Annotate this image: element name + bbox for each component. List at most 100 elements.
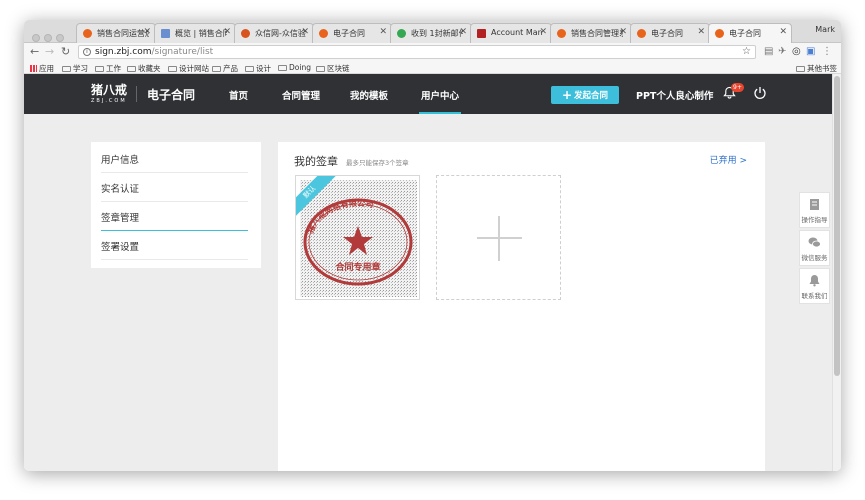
seal-bottom-text: 合同专用章 — [335, 261, 380, 273]
url-path: /signature/list — [151, 47, 214, 57]
folder-icon — [316, 66, 325, 72]
bookmark-folder[interactable]: 产品 — [212, 63, 238, 74]
address-bar: ← → ↻ i sign.zbj.com/signature/list ☆ ▤ … — [24, 43, 841, 61]
url-host: sign.zbj.com — [95, 47, 152, 57]
sidebar-item-seal-management[interactable]: 签章管理 — [101, 205, 248, 231]
folder-icon — [95, 66, 104, 72]
folder-icon — [127, 66, 136, 72]
site-logo[interactable]: 猪八戒 ZBJ.COM — [91, 81, 127, 104]
bookmark-folder[interactable]: 收藏夹 — [127, 63, 161, 74]
page-scrollbar[interactable] — [832, 74, 841, 471]
floating-toolbar: 操作指导 微信服务 联系我们 — [799, 192, 830, 306]
nav-contract-management[interactable]: 合同管理 — [282, 88, 320, 102]
browser-window: 销售合同运营后✕ 概览 | 销售合同✕ 众信网-众信验证✕ 电子合同✕ 收到 1… — [24, 20, 841, 471]
page-body: 用户信息 实名认证 签章管理 签署设置 我的签章 最多只能保存3个签章 已弃用 … — [24, 114, 832, 471]
other-bookmarks[interactable]: 其他书签 — [796, 63, 837, 74]
order-icon — [637, 29, 646, 38]
zoom-window-button[interactable] — [56, 34, 64, 42]
browser-tab[interactable]: 销售合同管理系 ✕ — [550, 23, 632, 43]
close-tab-icon[interactable]: ✕ — [697, 27, 705, 37]
bookmark-folder[interactable]: 学习 — [62, 63, 88, 74]
close-tab-icon[interactable]: ✕ — [459, 27, 467, 37]
contact-us-button[interactable]: 联系我们 — [799, 268, 830, 304]
bookmark-folder[interactable]: 工作 — [95, 63, 121, 74]
apps-grid-icon — [30, 65, 37, 72]
operation-guide-button[interactable]: 操作指导 — [799, 192, 830, 228]
add-seal-button[interactable] — [436, 175, 561, 300]
nav-user-center[interactable]: 用户中心 — [418, 88, 462, 114]
menu-kebab-icon[interactable]: ⋮ — [822, 46, 832, 57]
account-icon — [477, 29, 486, 38]
browser-tab[interactable]: 收到 1封新邮件 ✕ — [390, 23, 472, 43]
sidebar-item-sign-settings[interactable]: 签署设置 — [101, 234, 248, 260]
sidebar-item-user-info[interactable]: 用户信息 — [101, 147, 248, 173]
seal-card[interactable]: 猪八戒网络有限公司 合同专用章 默认 — [295, 175, 420, 300]
sidebar-item-verification[interactable]: 实名认证 — [101, 176, 248, 202]
bell-icon — [809, 275, 820, 287]
minimize-window-button[interactable] — [44, 34, 52, 42]
plus-icon: + — [561, 88, 573, 102]
close-tab-icon[interactable]: ✕ — [379, 27, 387, 37]
bookmark-folder[interactable]: 区块链 — [316, 63, 350, 74]
close-window-button[interactable] — [32, 34, 40, 42]
browser-tab[interactable]: 概览 | 销售合同 ✕ — [154, 23, 236, 43]
plus-icon — [498, 216, 500, 261]
order-icon — [83, 29, 92, 38]
close-tab-icon[interactable]: ✕ — [779, 27, 787, 37]
browser-tab[interactable]: 销售合同运营后 ✕ — [76, 23, 156, 43]
folder-icon — [245, 66, 254, 72]
browser-tab[interactable]: 众信网-众信验证✕ — [234, 23, 314, 43]
close-tab-icon[interactable]: ✕ — [539, 27, 547, 37]
bookmark-apps[interactable]: 应用 — [30, 63, 54, 74]
mail-icon — [397, 29, 406, 38]
notification-badge: 9+ — [731, 83, 744, 92]
browser-tab[interactable]: 电子合同 ✕ — [630, 23, 710, 43]
chart-icon — [161, 29, 170, 38]
zx-icon — [241, 29, 250, 38]
close-tab-icon[interactable]: ✕ — [143, 27, 151, 37]
document-icon — [810, 199, 819, 210]
url-input[interactable]: i sign.zbj.com/signature/list ☆ — [78, 45, 756, 59]
extension-icon[interactable]: ✈ — [778, 46, 786, 57]
folder-icon — [796, 66, 805, 72]
extension-icon[interactable]: ▤ — [764, 46, 773, 57]
bookmark-star-icon[interactable]: ☆ — [742, 46, 751, 57]
nav-home[interactable]: 首页 — [229, 88, 248, 102]
browser-tab-active[interactable]: 电子合同 ✕ — [708, 23, 792, 44]
bookmark-folder[interactable]: 设计 — [245, 63, 271, 74]
folder-icon — [278, 65, 287, 71]
reload-icon[interactable]: ↻ — [61, 45, 70, 58]
site-header: 猪八戒 ZBJ.COM 电子合同 首页 合同管理 我的模板 用户中心 + 发起合同 … — [24, 74, 832, 114]
close-tab-icon[interactable]: ✕ — [223, 27, 231, 37]
logo-divider — [136, 86, 137, 102]
close-tab-icon[interactable]: ✕ — [619, 27, 627, 37]
profile-name[interactable]: Mark — [815, 25, 835, 34]
sidebar: 用户信息 实名认证 签章管理 签署设置 — [91, 142, 261, 268]
bookmark-folder[interactable]: 设计网站 — [168, 63, 209, 74]
browser-tab[interactable]: 电子合同 ✕ — [312, 23, 392, 43]
order-icon — [715, 29, 724, 38]
nav-my-templates[interactable]: 我的模板 — [350, 88, 388, 102]
info-icon[interactable]: i — [83, 48, 91, 56]
extension-circle-icon[interactable]: ◎ — [792, 46, 801, 57]
close-tab-icon[interactable]: ✕ — [301, 27, 309, 37]
bookmark-folder[interactable]: Doing — [278, 63, 311, 72]
wechat-icon — [808, 237, 821, 248]
order-icon — [557, 29, 566, 38]
forward-arrow-icon[interactable]: → — [45, 45, 54, 58]
browser-tab[interactable]: Account Mana ✕ — [470, 23, 552, 43]
wechat-service-button[interactable]: 微信服务 — [799, 230, 830, 266]
scrollbar-thumb[interactable] — [834, 76, 840, 376]
folder-icon — [168, 66, 177, 72]
order-icon — [319, 29, 328, 38]
launch-contract-button[interactable]: + 发起合同 — [551, 86, 619, 104]
back-arrow-icon[interactable]: ← — [30, 45, 39, 58]
ppt-link[interactable]: PPT个人良心制作 — [636, 88, 713, 102]
folder-icon — [212, 66, 221, 72]
power-icon[interactable] — [753, 86, 767, 100]
seal-panel: 我的签章 最多只能保存3个签章 已弃用 > 猪八戒网络有限公司 合同专用章 默认 — [278, 142, 765, 471]
extension-screen-icon[interactable]: ▣ — [806, 46, 815, 57]
bookmarks-bar: 应用 学习 工作 收藏夹 设计网站 产品 设计 Doing 区块链 其他书签 — [24, 61, 841, 74]
folder-icon — [62, 66, 71, 72]
abandoned-link[interactable]: 已弃用 > — [710, 153, 747, 166]
